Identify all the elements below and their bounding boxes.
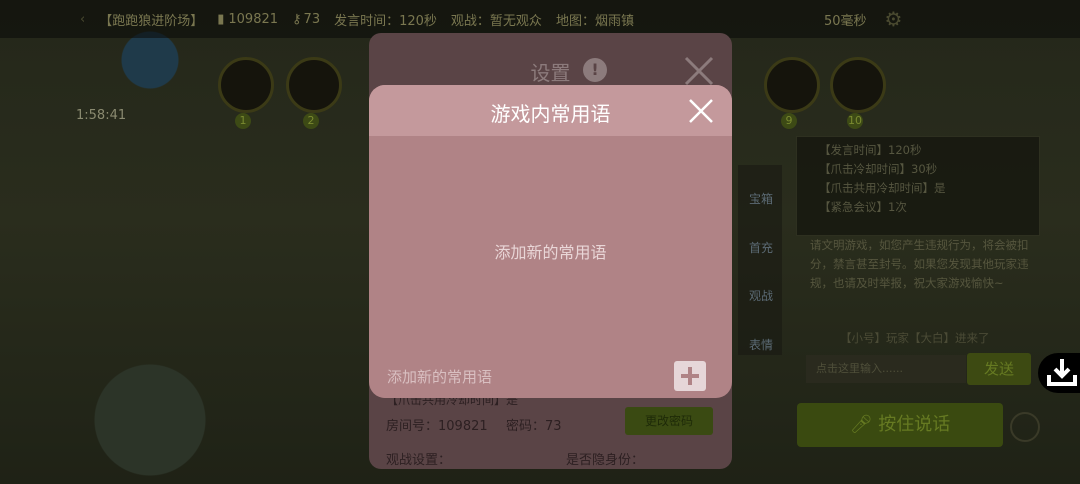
speak-time: 发言时间：120秒	[334, 13, 437, 29]
hide-identity-label: 是否隐身份：	[566, 453, 645, 468]
latency: 50毫秒	[823, 13, 867, 29]
room-rules-panel: 【发言时间】120秒 【爪击冷却时间】30秒 【爪击共用冷却时间】是 【紧急会议…	[796, 136, 1040, 236]
notice-text: 请文明游戏，如您产生违规行为，将会被扣分，禁言甚至封号。如果您发现其他玩家违规，…	[810, 238, 1029, 290]
info-line: 【爪击冷却时间】30秒	[819, 162, 938, 176]
room-password: 73	[303, 11, 321, 27]
side-item-emoji[interactable]: 表情	[744, 336, 778, 353]
help-icon[interactable]: !	[583, 58, 607, 82]
add-phrase-button[interactable]	[674, 361, 706, 391]
push-to-talk-button[interactable]: 🎤︎ 按住说话	[797, 403, 1003, 447]
new-phrase-input[interactable]: 添加新的常用语	[387, 366, 492, 387]
player-avatar[interactable]	[218, 57, 274, 113]
key-icon: ⚷	[292, 11, 302, 27]
speaker-icon[interactable]	[1010, 412, 1040, 442]
close-icon[interactable]	[687, 97, 715, 125]
back-chevron-icon[interactable]: ‹	[80, 12, 85, 27]
info-line: 【发言时间】120秒	[819, 143, 922, 157]
info-line: 【爪击共用冷却时间】是	[819, 181, 946, 195]
settings-password: 密码：73	[506, 419, 562, 434]
info-line: 【紧急会议】1次	[819, 200, 907, 214]
settings-gear-icon[interactable]: ⚙	[885, 7, 903, 31]
room-number: 109821	[228, 11, 279, 27]
game-timer: 1:58:41	[76, 108, 127, 123]
seat-number: 9	[781, 113, 797, 129]
chat-input[interactable]: 点击这里输入......	[806, 355, 966, 383]
modal-title: 游戏内常用语	[490, 102, 611, 126]
push-to-talk-label: 按住说话	[878, 414, 951, 435]
side-item-chest[interactable]: 宝箱	[744, 190, 778, 207]
seat-number: 1	[235, 113, 251, 129]
map-name: 地图：烟雨镇	[555, 13, 634, 29]
plus-icon	[681, 367, 699, 385]
side-item-recharge[interactable]: 首充	[744, 239, 778, 256]
side-item-spectate[interactable]: 观战	[744, 287, 778, 304]
microphone-icon: 🎤︎	[849, 414, 879, 435]
join-notice: 【小号】玩家【大白】进来了	[840, 331, 990, 345]
seat-number: 10	[847, 113, 863, 129]
change-password-button[interactable]: 更改密码	[625, 407, 713, 435]
player-avatar[interactable]	[830, 57, 886, 113]
player-avatar[interactable]	[286, 57, 342, 113]
room-name: 【跑跑狼进阶场】	[99, 13, 204, 29]
download-icon	[1047, 359, 1077, 386]
door-icon: ▮	[217, 11, 225, 27]
player-avatar[interactable]	[764, 57, 820, 113]
seat-number: 2	[303, 113, 319, 129]
spectate-status: 观战：暂无观众	[450, 13, 542, 29]
common-phrases-modal: 游戏内常用语 添加新的常用语 添加新的常用语	[369, 85, 732, 398]
empty-phrases-text: 添加新的常用语	[494, 243, 607, 262]
download-button[interactable]	[1038, 353, 1080, 393]
close-icon[interactable]	[681, 53, 717, 89]
send-button[interactable]: 发送	[967, 353, 1031, 385]
settings-title: 设置	[530, 61, 571, 85]
settings-room-number: 房间号：109821	[386, 419, 488, 434]
spectate-setting-label: 观战设置：	[386, 453, 452, 468]
